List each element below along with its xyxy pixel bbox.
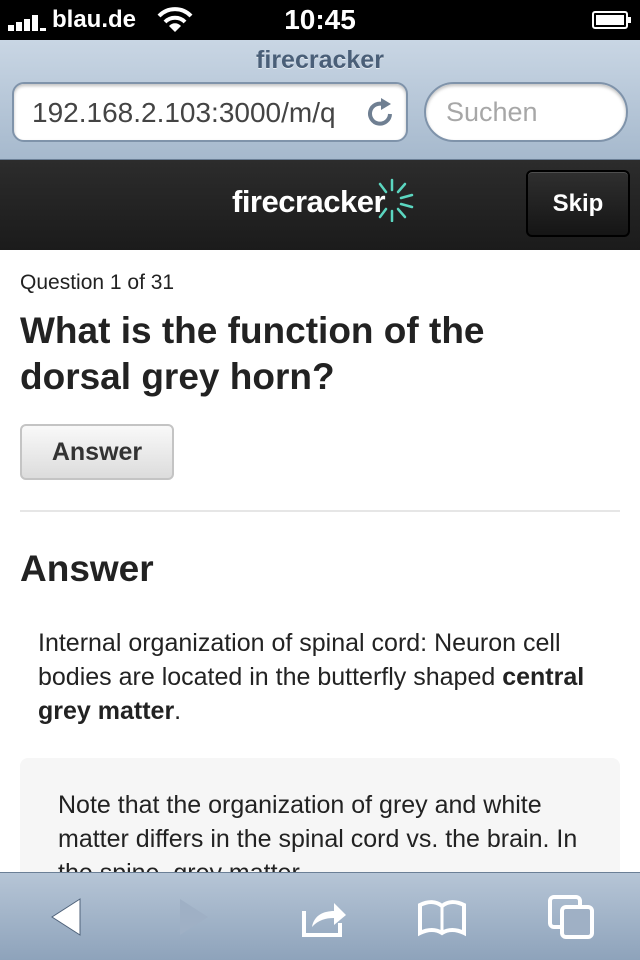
bookmarks-icon[interactable] [418, 893, 466, 941]
address-bar-url[interactable]: 192.168.2.103:3000/m/q [32, 97, 362, 129]
back-arrow-icon[interactable] [44, 893, 92, 941]
answer-paragraph: Internal organization of spinal cord: Ne… [38, 626, 608, 728]
answer-heading: Answer [20, 548, 154, 589]
browser-page-title: firecracker [256, 46, 384, 74]
browser-bottom-toolbar [0, 872, 640, 960]
browser-toolbar: firecracker 192.168.2.103:3000/m/q Suche… [0, 40, 640, 160]
status-time: 10:45 [284, 4, 356, 35]
search-field[interactable]: Suchen [424, 82, 628, 142]
answer-button[interactable]: Answer [20, 424, 174, 480]
firecracker-logo: firecracker [232, 178, 414, 228]
answer-text: Internal organization of spinal cord: Ne… [38, 629, 561, 691]
note-box: Note that the organization of grey and w… [20, 758, 620, 872]
note-text: Note that the organization of grey and w… [58, 791, 578, 872]
answer-text-end: . [174, 697, 182, 725]
share-icon[interactable] [300, 893, 348, 941]
firework-burst-icon [378, 178, 414, 222]
reload-icon[interactable] [364, 96, 396, 130]
forward-arrow-icon[interactable] [170, 893, 218, 941]
status-bar: blau.de 10:45 [0, 0, 640, 40]
question-counter: Question 1 of 31 [20, 271, 175, 294]
tabs-icon[interactable] [548, 893, 596, 941]
battery-icon [592, 11, 631, 29]
logo-text: firecracker [232, 184, 386, 219]
skip-button[interactable]: Skip [526, 170, 630, 237]
main-content: Question 1 of 31 What is the function of… [0, 250, 640, 872]
question-text: What is the function of the dorsal grey … [20, 310, 485, 397]
divider [20, 510, 620, 512]
address-bar[interactable]: 192.168.2.103:3000/m/q [12, 82, 408, 142]
